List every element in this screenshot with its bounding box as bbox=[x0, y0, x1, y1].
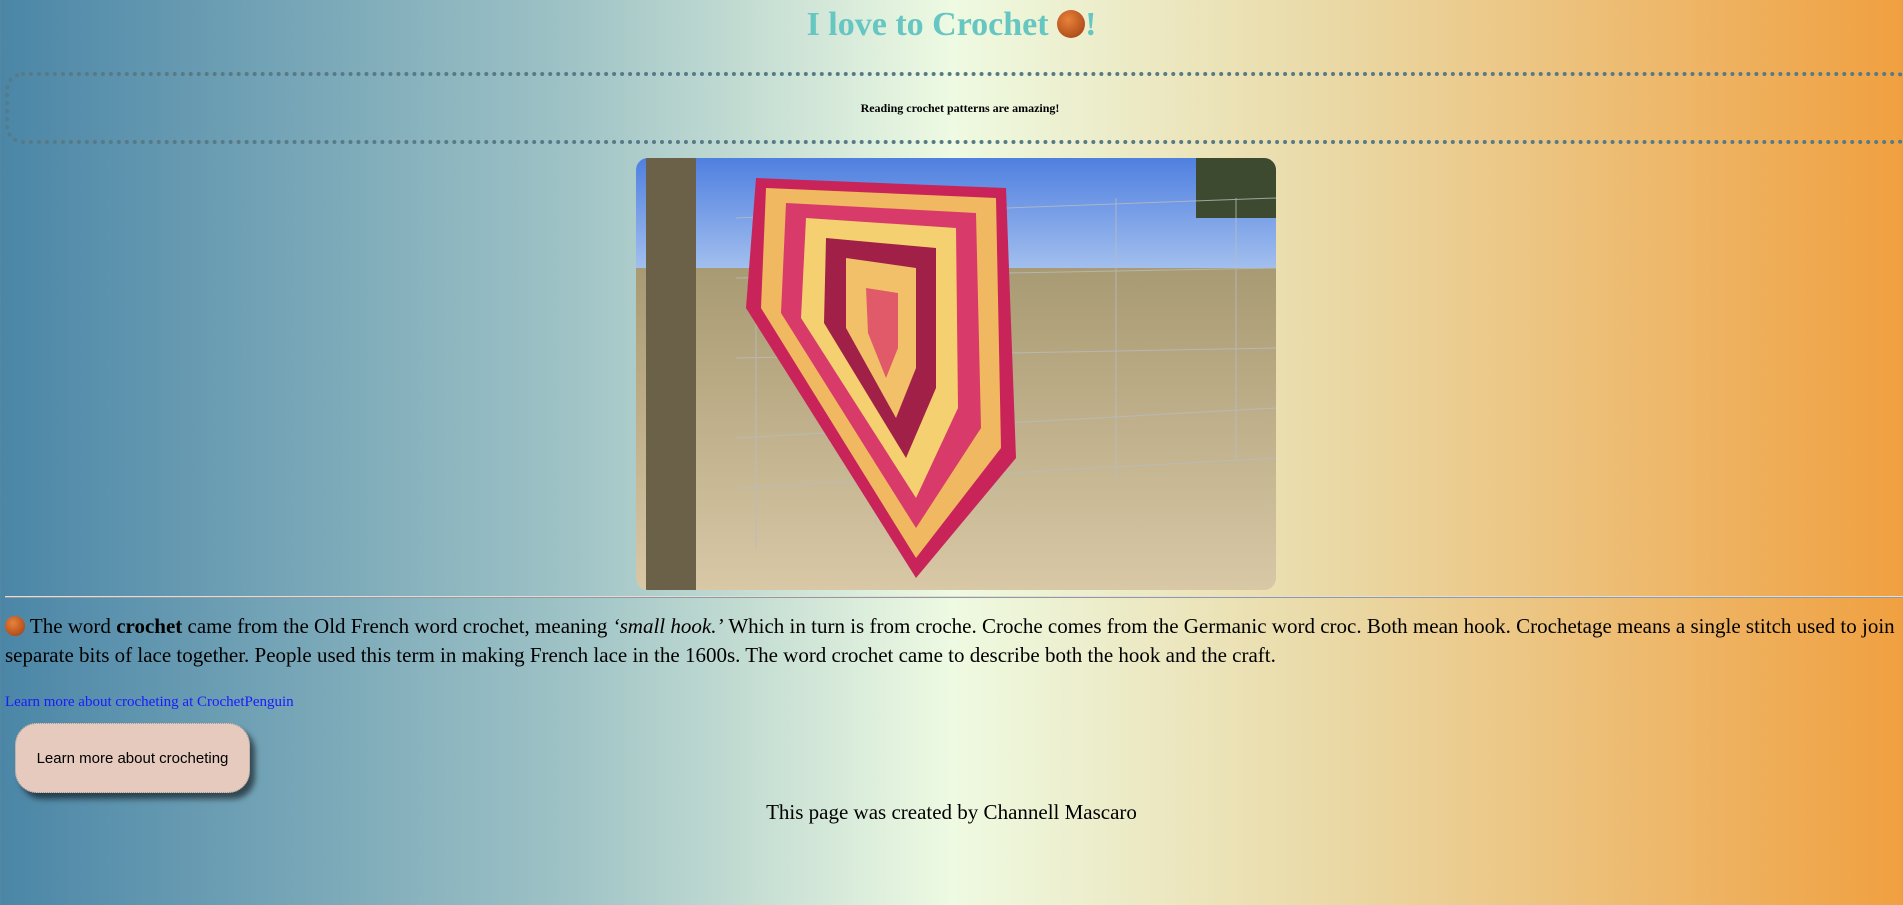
title-suffix: ! bbox=[1085, 6, 1097, 43]
para-bold: crochet bbox=[116, 614, 183, 638]
para-text: came from the Old French word crochet, m… bbox=[182, 614, 613, 638]
crochet-history-paragraph: The word crochet came from the Old Frenc… bbox=[5, 612, 1895, 670]
crochet-blanket-image bbox=[636, 158, 1276, 590]
yarn-ball-icon bbox=[5, 616, 25, 636]
banner-text: Reading crochet patterns are amazing! bbox=[860, 100, 1060, 115]
page-title: I love to Crochet ! bbox=[0, 6, 1903, 44]
banner: Reading crochet patterns are amazing! bbox=[5, 72, 1903, 144]
crochetpenguin-link[interactable]: Learn more about crocheting at CrochetPe… bbox=[5, 694, 294, 711]
para-text: The word bbox=[25, 614, 117, 638]
yarn-ball-icon bbox=[1057, 10, 1086, 38]
footer-credit: This page was created by Channell Mascar… bbox=[766, 800, 1137, 824]
learn-more-button[interactable]: Learn more about crocheting bbox=[15, 723, 250, 793]
title-text: I love to Crochet bbox=[806, 6, 1049, 43]
para-italic: ‘small hook.’ bbox=[612, 614, 724, 638]
divider bbox=[5, 596, 1903, 598]
